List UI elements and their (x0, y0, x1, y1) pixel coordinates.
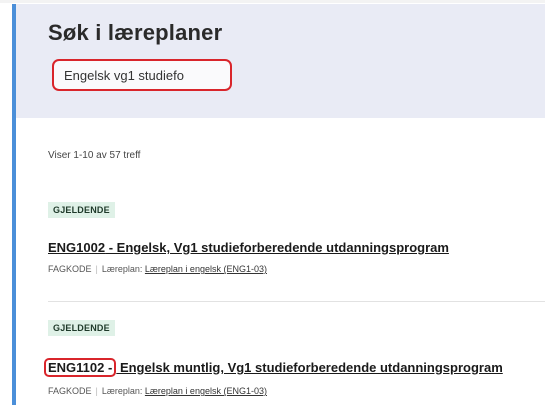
curriculum-link[interactable]: Læreplan i engelsk (ENG1-03) (145, 386, 267, 396)
result-meta: FAGKODE | Læreplan: Læreplan i engelsk (EN… (48, 386, 545, 396)
search-header: Søk i læreplaner (16, 4, 545, 118)
curriculum-label: Læreplan: (101, 386, 143, 396)
status-badge: GJELDENDE (48, 202, 115, 218)
search-panel: Søk i læreplaner Viser 1-10 av 57 treff … (12, 4, 545, 405)
result-code: ENG1102 - (48, 360, 113, 375)
top-strip (0, 0, 545, 3)
meta-separator: | (95, 386, 98, 396)
result-title-link[interactable]: ENG1002 - Engelsk, Vg1 studieforberedend… (48, 240, 545, 255)
result-code: ENG1002 (48, 240, 106, 255)
result-item: GJELDENDE ENG1002 - Engelsk, Vg1 studief… (48, 200, 545, 274)
subject-code-label: FAGKODE (48, 264, 92, 274)
result-title-text: - Engelsk, Vg1 studieforberedende utdann… (105, 240, 449, 255)
result-divider (48, 301, 545, 302)
result-title-link[interactable]: ENG1102 - Engelsk muntlig, Vg1 studiefor… (44, 358, 545, 377)
curriculum-link[interactable]: Læreplan i engelsk (ENG1-03) (145, 264, 267, 274)
meta-separator: | (95, 264, 98, 274)
curriculum-label: Læreplan: (101, 264, 143, 274)
result-code-highlight: ENG1102 - (44, 358, 117, 377)
result-item: GJELDENDE ENG1102 - Engelsk muntlig, Vg1… (44, 318, 545, 396)
result-count: Viser 1-10 av 57 treff (48, 150, 141, 161)
result-title-text: Engelsk muntlig, Vg1 studieforberedende … (116, 360, 503, 375)
search-input[interactable] (52, 59, 232, 91)
status-badge: GJELDENDE (48, 320, 115, 336)
result-meta: FAGKODE | Læreplan: Læreplan i engelsk (EN… (48, 264, 545, 274)
page-title: Søk i læreplaner (48, 20, 223, 45)
subject-code-label: FAGKODE (48, 386, 92, 396)
